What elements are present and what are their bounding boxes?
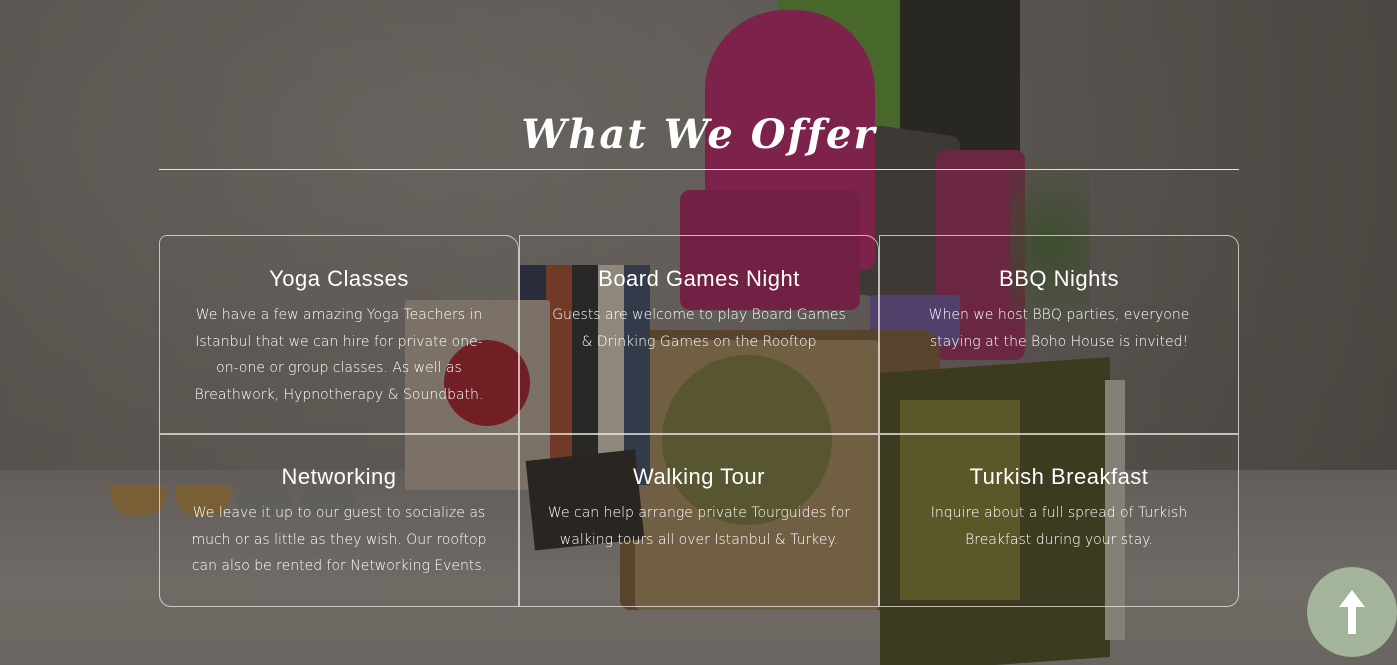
offer-card-board-games: Board Games Night Guests are welcome to … (519, 235, 879, 434)
offer-card-walking-tour: Walking Tour We can help arrange private… (519, 434, 879, 607)
offer-description: Guests are welcome to play Board Games &… (552, 307, 846, 350)
offer-description: We have a few amazing Yoga Teachers in I… (194, 307, 484, 403)
offer-card-networking: Networking We leave it up to our guest t… (159, 434, 519, 607)
offer-description: We can help arrange private Tourguides f… (547, 505, 851, 548)
offer-description: When we host BBQ parties, everyone stayi… (928, 307, 1190, 350)
offer-title: Networking (281, 464, 397, 489)
offer-title: Turkish Breakfast (969, 464, 1149, 489)
offer-title: BBQ Nights (999, 266, 1119, 291)
section-title: What We Offer (521, 111, 877, 158)
offer-description: Inquire about a full spread of Turkish B… (930, 505, 1188, 548)
title-divider (159, 169, 1239, 170)
offer-card-bbq: BBQ Nights When we host BBQ parties, eve… (879, 235, 1239, 434)
arrow-up-icon (1339, 590, 1365, 634)
offer-title: Walking Tour (633, 464, 765, 489)
offer-card-yoga: Yoga Classes We have a few amazing Yoga … (159, 235, 519, 434)
back-to-top-button[interactable] (1307, 567, 1397, 657)
offers-grid: Yoga Classes We have a few amazing Yoga … (159, 235, 1239, 607)
offer-card-turkish-breakfast: Turkish Breakfast Inquire about a full s… (879, 434, 1239, 607)
offers-section: What We Offer Yoga Classes We have a few… (0, 0, 1397, 665)
offer-title: Yoga Classes (269, 266, 409, 291)
offer-description: We leave it up to our guest to socialize… (191, 505, 487, 574)
offer-title: Board Games Night (598, 266, 800, 291)
